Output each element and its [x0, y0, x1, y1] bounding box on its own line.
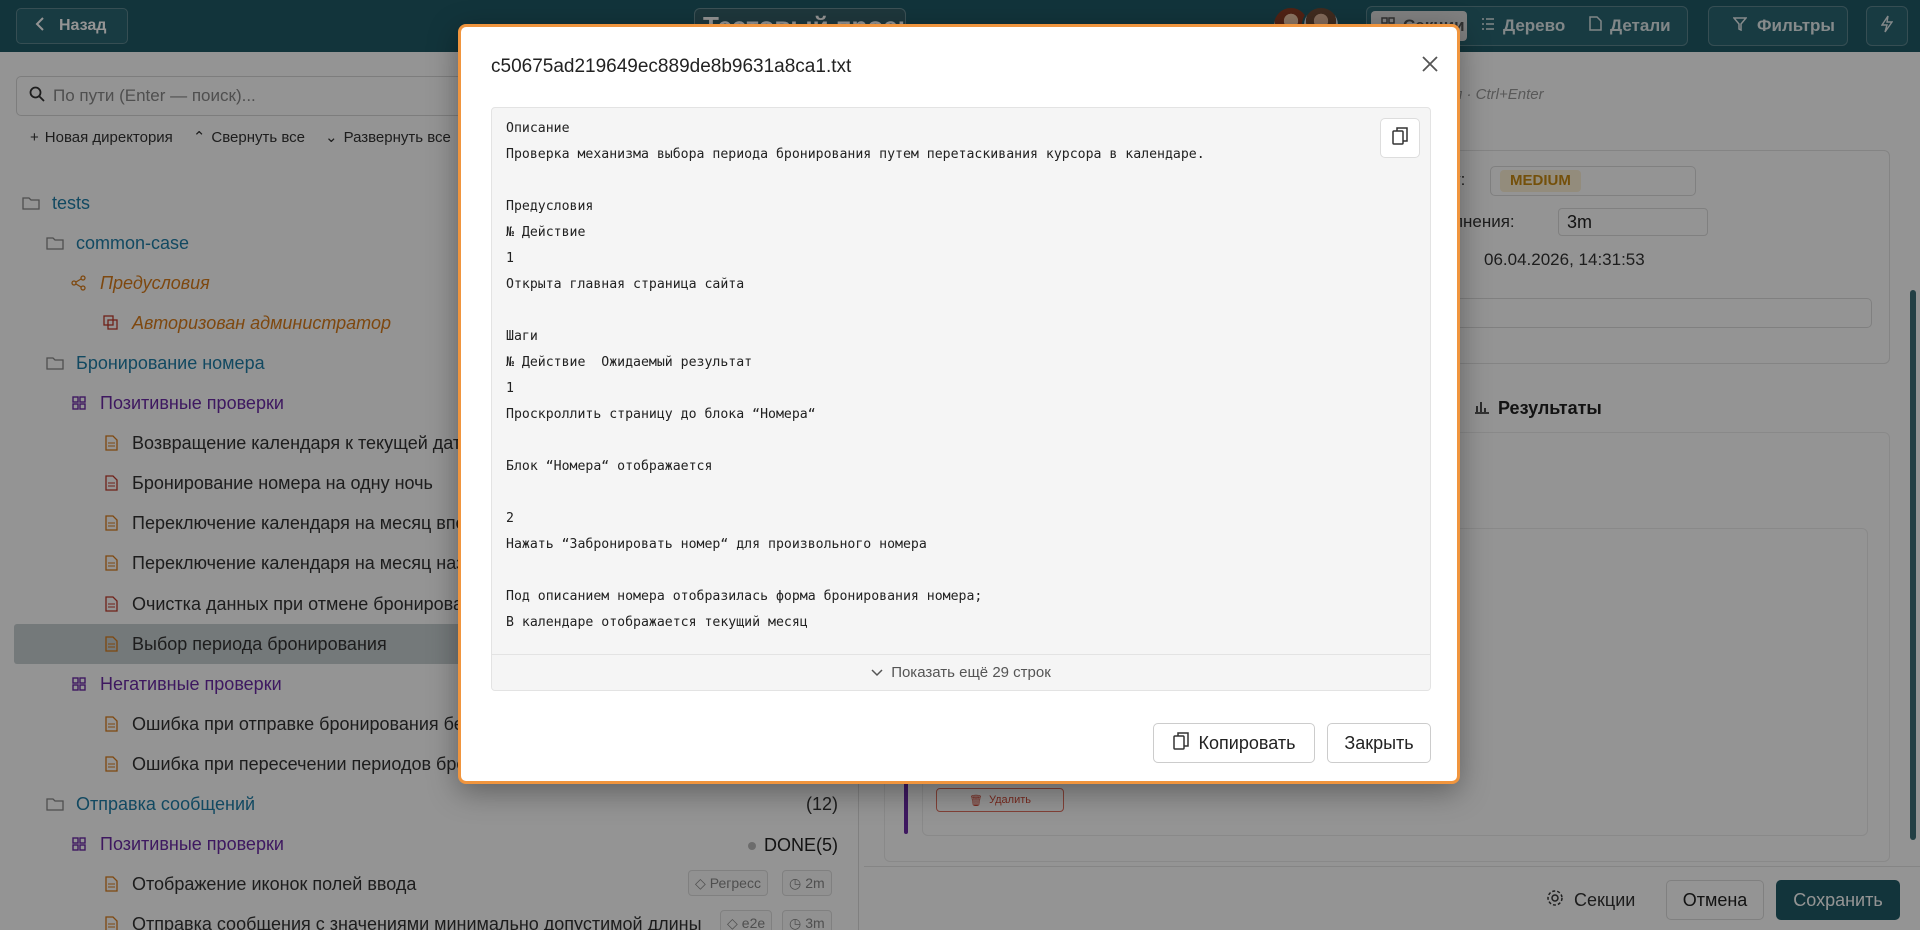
code-line: Блок “Номера“ отображается	[506, 459, 713, 474]
copy-icon	[1392, 126, 1408, 150]
close-button[interactable]: Закрыть	[1327, 723, 1431, 763]
code-line: Проскроллить страницу до блока “Номера“	[506, 407, 816, 422]
modal-title: c50675ad219649ec889de8b9631a8ca1.txt	[491, 56, 852, 77]
code-line: Предусловия	[506, 199, 594, 214]
chevron-down-icon	[871, 664, 883, 681]
code-line: № Действие Ожидаемый результат	[506, 355, 753, 370]
code-line: Открыта главная страница сайта	[506, 277, 745, 292]
code-line: Под описанием номера отобразилась форма …	[506, 589, 983, 604]
file-content: Описание Проверка механизма выбора период…	[491, 107, 1431, 691]
copy-label: Копировать	[1198, 732, 1296, 753]
code-line: Шаги	[506, 329, 538, 344]
code-line: 1	[506, 251, 514, 266]
code-line: 2	[506, 511, 514, 526]
code-line: № Действие	[506, 225, 586, 240]
code-lines: Описание Проверка механизма выбора период…	[506, 116, 1205, 636]
code-line: 1	[506, 381, 514, 396]
code-line: Описание	[506, 121, 570, 136]
code-line: Нажать “Забронировать номер“ для произво…	[506, 537, 927, 552]
copy-icon	[1172, 731, 1189, 755]
show-more-label: Показать ещё 29 строк	[891, 664, 1051, 681]
show-more-button[interactable]: Показать ещё 29 строк	[492, 654, 1430, 690]
file-preview-modal: c50675ad219649ec889de8b9631a8ca1.txt Опи…	[458, 24, 1460, 784]
copy-icon-button[interactable]	[1380, 118, 1420, 158]
code-line: Проверка механизма выбора периода бронир…	[506, 147, 1205, 162]
code-line: В календаре отображается текущий месяц	[506, 615, 808, 630]
close-icon[interactable]	[1415, 49, 1445, 79]
copy-button[interactable]: Копировать	[1153, 723, 1315, 763]
